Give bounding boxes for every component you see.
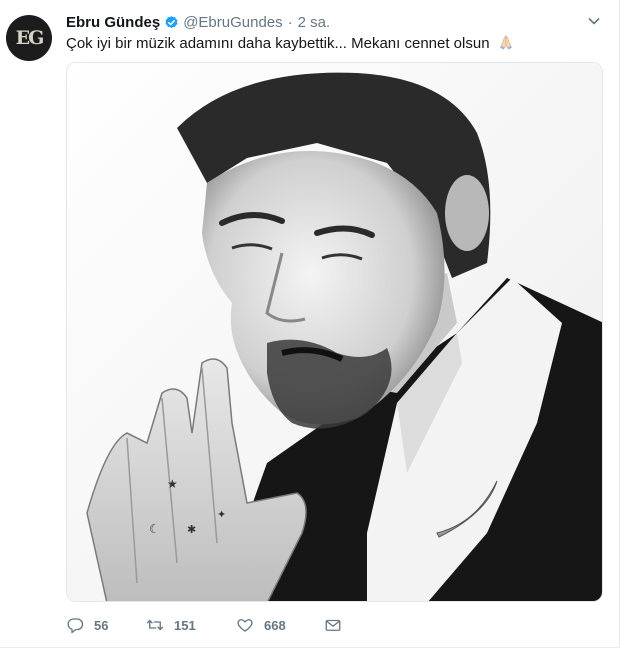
direct-message-button[interactable] bbox=[324, 616, 354, 634]
tweet-text-row: Çok iyi bir müzik adamını daha kaybettik… bbox=[66, 34, 514, 54]
heart-icon bbox=[237, 619, 253, 632]
reply-count: 56 bbox=[94, 617, 109, 633]
like-count: 668 bbox=[264, 617, 286, 633]
reply-icon bbox=[67, 618, 84, 634]
verified-badge-icon bbox=[165, 15, 178, 28]
avatar[interactable]: EG bbox=[6, 15, 52, 61]
tweet-header: Ebru Gündeş @EbruGundes · 2 sa. bbox=[66, 12, 330, 32]
reply-button[interactable]: 56 bbox=[66, 616, 146, 634]
envelope-icon bbox=[325, 619, 341, 631]
tweet: EG Ebru Gündeş @EbruGundes · 2 sa. Çok i… bbox=[0, 0, 620, 648]
separator-dot: · bbox=[287, 13, 293, 31]
tweet-photo[interactable]: ☾ ★ ✱ ✦ bbox=[66, 62, 603, 602]
retweet-button[interactable]: 151 bbox=[146, 616, 236, 634]
like-button[interactable]: 668 bbox=[236, 616, 324, 634]
retweet-icon bbox=[146, 619, 164, 631]
author-name[interactable]: Ebru Gündeş bbox=[66, 14, 160, 31]
chevron-down-icon[interactable] bbox=[587, 14, 601, 28]
svg-text:☾: ☾ bbox=[149, 522, 160, 536]
tweet-actions: 56 151 668 bbox=[66, 614, 354, 636]
portrait-image: ☾ ★ ✱ ✦ bbox=[67, 63, 602, 601]
tweet-text: Çok iyi bir müzik adamını daha kaybettik… bbox=[66, 35, 490, 52]
folded-hands-emoji-icon bbox=[499, 35, 512, 50]
avatar-initials: EG bbox=[15, 27, 45, 49]
svg-text:✱: ✱ bbox=[187, 523, 196, 536]
timestamp[interactable]: 2 sa. bbox=[298, 14, 331, 31]
svg-text:✦: ✦ bbox=[217, 508, 226, 521]
retweet-count: 151 bbox=[174, 617, 196, 633]
svg-text:★: ★ bbox=[167, 477, 178, 491]
author-handle[interactable]: @EbruGundes bbox=[183, 14, 282, 31]
